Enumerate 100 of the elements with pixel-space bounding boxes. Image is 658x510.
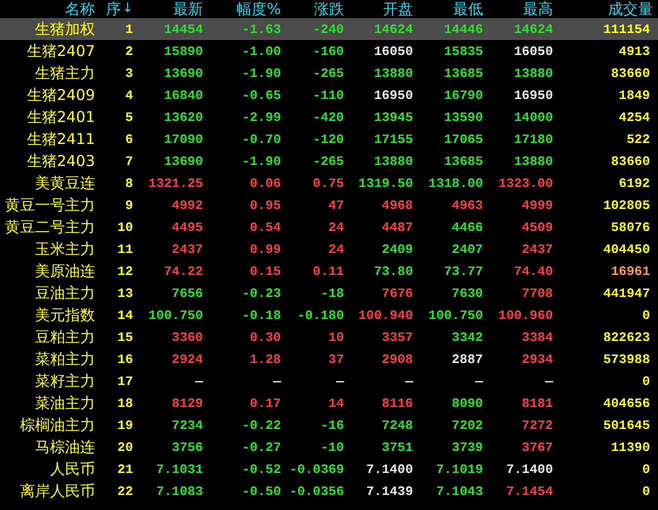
index-cell: 3 — [125, 66, 133, 80]
column-header[interactable]: 涨跌 — [314, 0, 344, 18]
table-cell: 13880 — [374, 66, 413, 80]
table-cell: 2908 — [382, 352, 413, 366]
column-header[interactable]: 序 — [106, 0, 122, 18]
table-cell: 13685 — [444, 66, 483, 80]
name-cell: 美黄豆连 — [35, 174, 95, 192]
table-cell: — — [336, 374, 344, 388]
table-row[interactable]: 菜粕主力 16 2924 1.28 37 2908 2887 2934 573988 — [0, 348, 658, 370]
table-cell: 7202 — [452, 418, 483, 432]
column-header[interactable]: 成交量 — [608, 0, 653, 18]
table-cell: 2887 — [452, 352, 483, 366]
table-cell: 3751 — [382, 440, 413, 454]
table-row[interactable]: 美元指数 14 100.750 -0.18 -0.180 100.940 100.750 100.960 0 — [0, 304, 658, 326]
table-cell: 7656 — [172, 286, 203, 300]
table-cell: -0.65 — [242, 88, 281, 102]
table-cell: 4487 — [382, 220, 413, 234]
table-cell: 83660 — [610, 154, 650, 168]
table-row[interactable]: 美原油连 12 74.22 0.15 0.11 73.80 73.77 74.40 16961 — [0, 260, 658, 282]
table-row[interactable]: 人民币 21 7.1031 -0.52 -0.0369 7.1400 7.1019 7.1400 0 — [0, 458, 658, 480]
table-cell: 83660 — [610, 66, 650, 80]
table-cell: 2924 — [172, 352, 203, 366]
table-cell: 7.1031 — [156, 462, 203, 476]
table-row[interactable]: 棕榈油主力 19 7234 -0.22 -16 7248 7202 7272 501645 — [0, 414, 658, 436]
index-cell: 7 — [125, 154, 133, 168]
table-row[interactable]: 菜油主力 18 8129 0.17 14 8116 8090 8181 404656 — [0, 392, 658, 414]
table-cell: -1.90 — [242, 154, 281, 168]
table-row[interactable]: 生猪2409 4 16840 -0.65 -110 16950 16790 16950 1849 — [0, 84, 658, 106]
table-cell: 3384 — [522, 330, 553, 344]
table-cell: 13620 — [164, 110, 203, 124]
index-cell: 18 — [117, 396, 133, 410]
index-cell: 19 — [117, 418, 133, 432]
table-cell: 0.06 — [250, 176, 281, 190]
column-header[interactable]: 最新 — [173, 0, 203, 18]
index-cell: 1 — [125, 22, 133, 36]
name-cell: 黄豆一号主力 — [5, 196, 95, 214]
index-cell: 13 — [117, 286, 133, 300]
table-row[interactable]: 豆油主力 13 7656 -0.23 -18 7676 7630 7708 441947 — [0, 282, 658, 304]
table-row[interactable]: 生猪主力 3 13690 -1.90 -265 13880 13685 13880 83660 — [0, 62, 658, 84]
table-cell: -0.23 — [242, 286, 281, 300]
table-cell: 16950 — [514, 88, 553, 102]
table-cell: 1319.50 — [358, 176, 413, 190]
table-cell: 111154 — [603, 22, 650, 36]
sort-arrow[interactable]: ↓ — [122, 0, 133, 18]
index-cell: 14 — [117, 308, 133, 322]
table-row[interactable]: 马棕油连 20 3756 -0.27 -10 3751 3739 3767 11390 — [0, 436, 658, 458]
table-row[interactable]: 生猪2411 6 17090 -0.70 -120 17155 17065 17180 522 — [0, 128, 658, 150]
index-cell: 21 — [117, 462, 133, 476]
table-row[interactable]: 美黄豆连 8 1321.25 0.06 0.75 1319.50 1318.00 1323.00 6192 — [0, 172, 658, 194]
table-row[interactable]: 离岸人民币 22 7.1083 -0.50 -0.0356 7.1439 7.1043 7.1454 0 — [0, 480, 658, 502]
table-row[interactable]: 生猪2407 2 15890 -1.00 -160 16050 15835 16050 4913 — [0, 40, 658, 62]
index-cell: 8 — [125, 176, 133, 190]
table-cell: 17090 — [164, 132, 203, 146]
table-cell: 7.1043 — [436, 484, 483, 498]
table-cell: 7676 — [382, 286, 413, 300]
table-cell: 13690 — [164, 66, 203, 80]
name-cell: 菜油主力 — [35, 394, 95, 412]
table-cell: 15890 — [164, 44, 203, 58]
table-row[interactable]: 玉米主力 11 2437 0.99 24 2409 2407 2437 404450 — [0, 238, 658, 260]
table-cell: 0 — [642, 462, 650, 476]
column-header[interactable]: 最高 — [523, 0, 553, 18]
index-cell: 17 — [117, 374, 133, 388]
table-row[interactable]: 菜籽主力 17 — — — — — — 0 — [0, 370, 658, 392]
column-header[interactable]: 最低 — [453, 0, 483, 18]
table-row[interactable]: 生猪2401 5 13620 -2.99 -420 13945 13590 14000 4254 — [0, 106, 658, 128]
column-header[interactable]: 名称 — [65, 0, 95, 18]
table-row[interactable]: 黄豆二号主力 10 4495 0.54 24 4487 4466 4509 58076 — [0, 216, 658, 238]
table-cell: 7.1400 — [366, 462, 413, 476]
table-cell: -0.27 — [242, 440, 281, 454]
name-cell: 美原油连 — [35, 262, 95, 280]
column-header[interactable]: 开盘 — [383, 0, 413, 18]
table-row[interactable]: 豆粕主力 15 3360 0.30 10 3357 3342 3384 822623 — [0, 326, 658, 348]
table-cell: 404450 — [603, 242, 650, 256]
table-row[interactable]: 生猪加权 1 14454 -1.63 -240 14624 14446 14624 111154 — [0, 18, 658, 40]
table-cell: 573988 — [603, 352, 650, 366]
table-cell: -0.22 — [242, 418, 281, 432]
table-cell: — — [475, 374, 483, 388]
table-row[interactable]: 生猪2403 7 13690 -1.90 -265 13880 13685 13880 83660 — [0, 150, 658, 172]
table-cell: 8129 — [172, 396, 203, 410]
table-cell: 13590 — [444, 110, 483, 124]
table-cell: 74.40 — [514, 264, 553, 278]
table-row[interactable]: 黄豆一号主力 9 4992 0.95 47 4968 4963 4999 102805 — [0, 194, 658, 216]
table-cell: 73.80 — [374, 264, 413, 278]
index-cell: 16 — [117, 352, 133, 366]
table-cell: 4992 — [172, 198, 203, 212]
table-cell: 73.77 — [444, 264, 483, 278]
table-cell: 822623 — [603, 330, 650, 344]
table-cell: -0.52 — [242, 462, 281, 476]
table-cell: 3739 — [452, 440, 483, 454]
table-cell: -110 — [312, 88, 344, 102]
table-cell: 16050 — [374, 44, 413, 58]
table-cell: 14000 — [514, 110, 553, 124]
table-cell: 2437 — [172, 242, 203, 256]
index-cell: 22 — [117, 484, 133, 498]
table-cell: -2.99 — [242, 110, 281, 124]
table-cell: 2437 — [522, 242, 553, 256]
table-cell: 100.750 — [428, 308, 483, 322]
column-header[interactable]: 幅度% — [236, 0, 281, 18]
table-cell: 0 — [642, 484, 650, 498]
table-cell: -1.90 — [242, 66, 281, 80]
